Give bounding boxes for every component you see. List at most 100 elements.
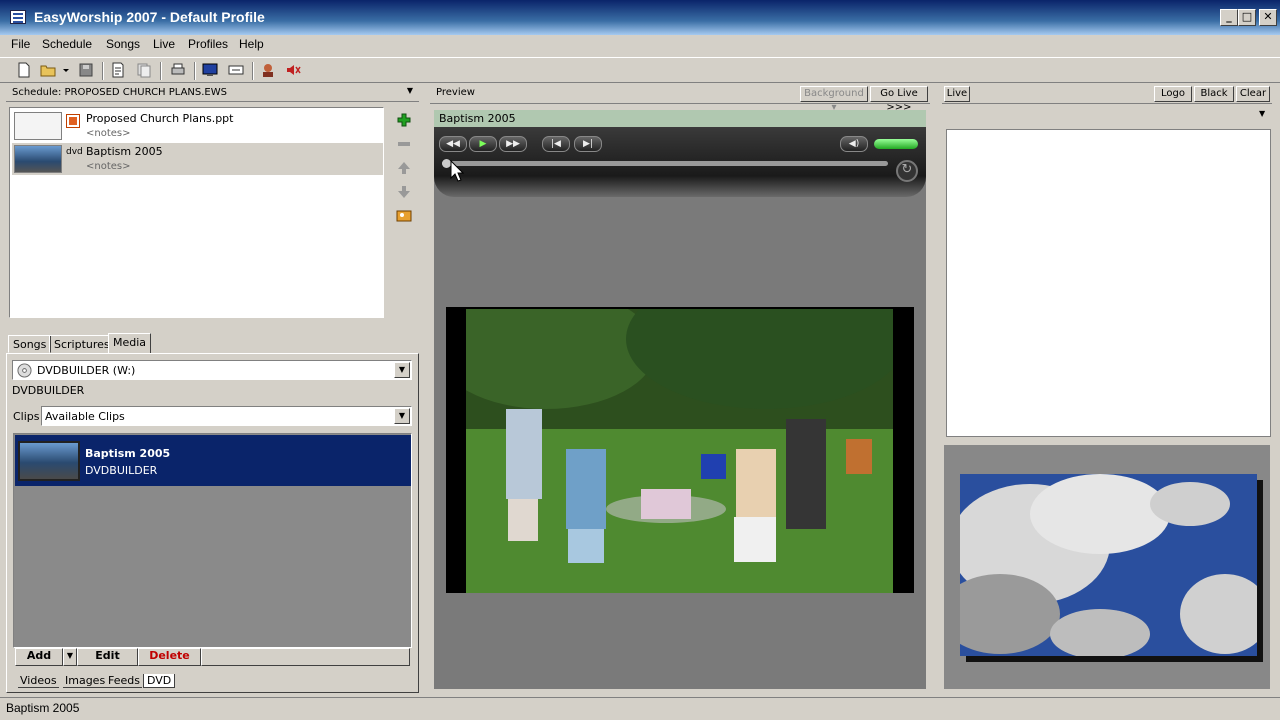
clips-value: Available Clips [45, 410, 125, 423]
drive-value: DVDBUILDER (W:) [37, 364, 136, 377]
window-title: EasyWorship 2007 - Default Profile [34, 9, 265, 25]
rewind-icon[interactable]: ◀◀ [439, 136, 467, 152]
chevron-down-icon[interactable]: ▼ [394, 408, 410, 424]
print-icon[interactable] [170, 62, 186, 78]
fast-forward-icon[interactable]: ▶▶ [499, 136, 527, 152]
disc-icon [17, 363, 32, 378]
schedule-item-name: Proposed Church Plans.ppt [86, 112, 234, 125]
play-icon[interactable]: ▶ [469, 136, 497, 152]
tab-songs[interactable]: Songs [8, 335, 52, 353]
menu-songs[interactable]: Songs [106, 37, 140, 51]
preview-item-bar: Baptism 2005 [434, 110, 926, 127]
add-button[interactable]: Add [15, 648, 63, 666]
live-header: Live Logo Black Clear [942, 85, 1272, 104]
mute-speaker-icon[interactable] [285, 62, 301, 78]
logo-button[interactable]: Logo [1154, 86, 1192, 102]
toolbar [0, 57, 1280, 83]
preview-item-title: Baptism 2005 [439, 112, 516, 125]
new-file-icon[interactable] [16, 62, 32, 78]
go-live-button[interactable]: Go Live >>> [870, 86, 928, 113]
media-player-controls: ◀◀ ▶ ▶▶ |◀ ▶| ◀) ↻ [434, 127, 926, 197]
edit-button[interactable]: Edit [77, 648, 138, 666]
live-output-display [946, 129, 1271, 437]
clip-subtitle: DVDBUILDER [85, 464, 158, 477]
black-button[interactable]: Black [1194, 86, 1234, 102]
clip-thumbnail [18, 441, 80, 481]
powerpoint-icon [66, 114, 80, 128]
preview-title: Preview [436, 87, 475, 98]
move-down-icon[interactable] [396, 184, 412, 200]
toolbar-separator [160, 62, 162, 80]
add-dropdown-icon[interactable]: ▼ [63, 648, 77, 666]
clips-select[interactable]: Available Clips ▼ [41, 406, 412, 426]
live-button[interactable]: Live [944, 86, 970, 102]
menu-bar: File Schedule Songs Live Profiles Help [0, 35, 1280, 55]
move-up-icon[interactable] [396, 160, 412, 176]
live-dropdown-icon[interactable]: ▼ [1259, 109, 1265, 118]
previous-chapter-icon[interactable]: |◀ [542, 136, 570, 152]
chevron-down-icon[interactable]: ▼ [394, 362, 410, 378]
close-button[interactable]: ✕ [1259, 9, 1277, 26]
loop-icon[interactable]: ↻ [896, 160, 918, 182]
tab-feeds[interactable]: Feeds [106, 674, 142, 688]
volume-slider[interactable] [874, 139, 918, 149]
background-button[interactable]: Background ▾ [800, 86, 868, 113]
schedule-item-name: Baptism 2005 [86, 145, 163, 158]
clear-button[interactable]: Clear [1236, 86, 1270, 102]
menu-help[interactable]: Help [239, 37, 264, 51]
tab-videos[interactable]: Videos [18, 674, 59, 688]
volume-icon[interactable]: ◀) [840, 136, 868, 152]
menu-live[interactable]: Live [153, 37, 175, 51]
toolbar-separator [102, 62, 104, 80]
copy-icon[interactable] [136, 62, 152, 78]
slide-thumbnail [14, 112, 62, 140]
clips-label: Clips [13, 410, 40, 423]
menu-schedule[interactable]: Schedule [42, 37, 92, 51]
clip-list: Baptism 2005 DVDBUILDER [13, 433, 412, 648]
open-dropdown-icon[interactable] [62, 62, 70, 78]
schedule-item-notes[interactable]: <notes> [86, 161, 131, 172]
mouse-cursor-icon [450, 160, 464, 182]
remove-icon[interactable] [396, 136, 412, 152]
next-chapter-icon[interactable]: ▶| [574, 136, 602, 152]
open-folder-icon[interactable] [40, 62, 56, 78]
seek-bar[interactable] [442, 161, 888, 166]
status-text: Baptism 2005 [6, 701, 80, 715]
clip-title: Baptism 2005 [85, 447, 171, 460]
schedule-list: Proposed Church Plans.ppt <notes> dvd Ba… [9, 107, 384, 318]
delete-button[interactable]: Delete [138, 648, 201, 666]
dvd-label: dvd [66, 147, 83, 157]
schedule-item[interactable]: dvd Baptism 2005 <notes> [12, 143, 383, 175]
schedule-dropdown-icon[interactable]: ▼ [407, 86, 413, 95]
output-icon[interactable] [228, 62, 244, 78]
video-preview [466, 309, 893, 593]
background-image-icon[interactable] [396, 208, 412, 224]
schedule-item[interactable]: Proposed Church Plans.ppt <notes> [12, 110, 383, 142]
tab-media[interactable]: Media [108, 333, 152, 354]
person-icon[interactable] [260, 62, 276, 78]
video-thumbnail [14, 145, 62, 173]
tab-images[interactable]: Images [63, 674, 108, 688]
maximize-button[interactable]: □ [1238, 9, 1256, 26]
menu-profiles[interactable]: Profiles [188, 37, 228, 51]
button-bar-filler [201, 648, 410, 666]
minimize-button[interactable]: _ [1220, 9, 1238, 26]
toolbar-separator [194, 62, 196, 80]
tab-scriptures[interactable]: Scriptures [49, 335, 115, 353]
properties-icon[interactable] [110, 62, 126, 78]
tab-dvd[interactable]: DVD [143, 674, 176, 688]
schedule-header: Schedule: PROPOSED CHURCH PLANS.EWS ▼ [6, 85, 419, 102]
toolbar-separator [252, 62, 254, 80]
monitor-icon[interactable] [202, 62, 218, 78]
video-frame-image [466, 309, 893, 593]
schedule-item-notes[interactable]: <notes> [86, 128, 131, 139]
preview-header: Preview Background ▾ Go Live >>> [430, 85, 930, 113]
save-icon[interactable] [78, 62, 94, 78]
drive-label: DVDBUILDER [12, 384, 85, 397]
menu-file[interactable]: File [11, 37, 30, 51]
list-item[interactable]: Baptism 2005 DVDBUILDER [15, 435, 411, 486]
app-icon [10, 10, 26, 24]
add-icon[interactable] [396, 112, 412, 128]
title-bar: EasyWorship 2007 - Default Profile _ □ ✕ [0, 0, 1280, 35]
drive-select[interactable]: DVDBUILDER (W:) ▼ [12, 360, 412, 380]
